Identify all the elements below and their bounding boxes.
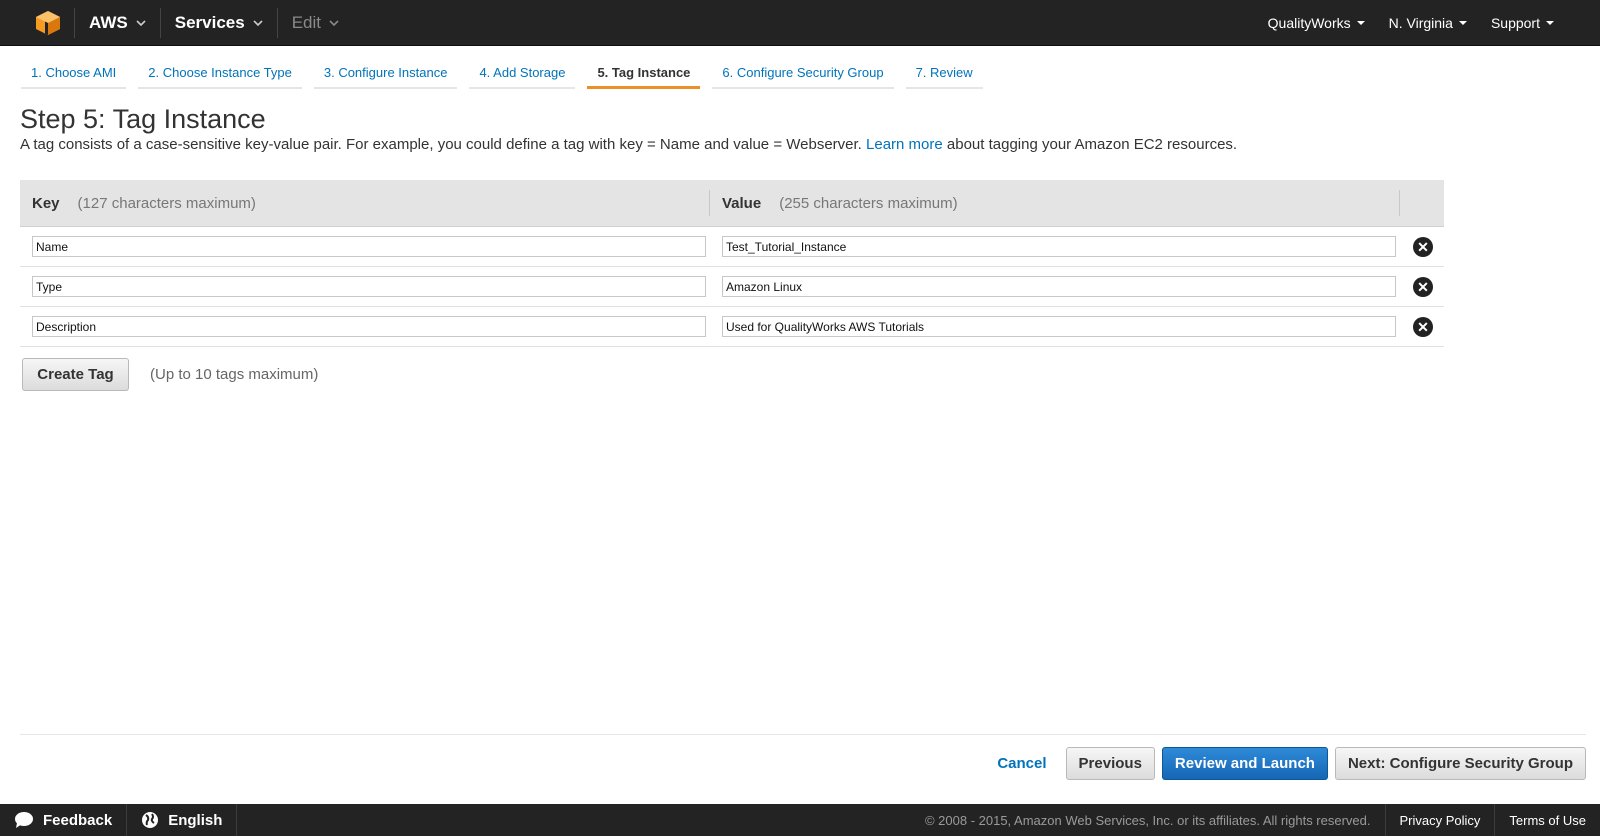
account-menu[interactable]: QualityWorks <box>1256 0 1377 46</box>
region-menu[interactable]: N. Virginia <box>1377 0 1479 46</box>
page-description: A tag consists of a case-sensitive key-v… <box>20 136 1237 153</box>
edit-menu[interactable]: Edit <box>278 0 353 46</box>
nav-right-group: QualityWorks N. Virginia Support <box>1256 0 1566 46</box>
value-header-hint: (255 characters maximum) <box>779 194 958 212</box>
value-header-label: Value <box>722 194 762 212</box>
feedback-label: Feedback <box>43 811 113 829</box>
tag-table: Key (127 characters maximum) Value (255 … <box>20 180 1444 347</box>
tag-value-input[interactable] <box>722 316 1396 337</box>
tab-review[interactable]: 7. Review <box>905 58 983 89</box>
remove-tag-icon[interactable]: ✕ <box>1413 316 1433 337</box>
region-menu-label: N. Virginia <box>1388 15 1453 31</box>
footer-right: © 2008 - 2015, Amazon Web Services, Inc.… <box>911 804 1600 836</box>
tag-table-header: Key (127 characters maximum) Value (255 … <box>20 180 1444 227</box>
speech-bubble-icon <box>15 812 33 828</box>
tag-key-input[interactable] <box>32 236 706 257</box>
review-and-launch-button[interactable]: Review and Launch <box>1161 747 1328 780</box>
tab-add-storage[interactable]: 4. Add Storage <box>469 58 576 89</box>
page-title: Step 5: Tag Instance <box>20 104 266 134</box>
support-menu-label: Support <box>1490 15 1540 31</box>
tag-limit-hint: (Up to 10 tags maximum) <box>150 366 319 383</box>
description-text: A tag consists of a case-sensitive key-v… <box>20 136 862 153</box>
account-menu-label: QualityWorks <box>1267 15 1351 31</box>
tag-value-input[interactable] <box>722 236 1396 257</box>
tab-configure-instance[interactable]: 3. Configure Instance <box>313 58 458 89</box>
key-column-header: Key (127 characters maximum) <box>20 190 710 216</box>
footer-bar: Feedback English © 2008 - 2015, Amazon W… <box>0 804 1600 836</box>
caret-down-icon <box>1546 21 1554 25</box>
terms-of-use-link[interactable]: Terms of Use <box>1495 804 1600 836</box>
table-row: ✕ <box>20 267 1444 307</box>
value-column-header: Value (255 characters maximum) <box>710 190 1400 216</box>
remove-tag-icon[interactable]: ✕ <box>1413 276 1433 297</box>
next-button[interactable]: Next: Configure Security Group <box>1334 747 1586 780</box>
tab-choose-ami[interactable]: 1. Choose AMI <box>21 58 127 89</box>
chevron-down-icon <box>136 19 146 26</box>
divider <box>20 734 1586 735</box>
key-header-label: Key <box>32 194 60 212</box>
tag-value-input[interactable] <box>722 276 1396 297</box>
aws-menu-label: AWS <box>89 12 128 32</box>
chevron-down-icon <box>329 19 339 26</box>
cancel-button[interactable]: Cancel <box>985 747 1058 780</box>
create-tag-button[interactable]: Create Tag <box>22 358 129 391</box>
tab-configure-security-group[interactable]: 6. Configure Security Group <box>712 58 894 89</box>
edit-menu-label: Edit <box>291 12 321 32</box>
key-header-hint: (127 characters maximum) <box>77 194 256 212</box>
services-menu-label: Services <box>174 12 245 32</box>
caret-down-icon <box>1458 21 1467 25</box>
privacy-policy-link[interactable]: Privacy Policy <box>1386 804 1495 836</box>
description-text-after: about tagging your Amazon EC2 resources. <box>946 136 1238 153</box>
remove-tag-icon[interactable]: ✕ <box>1413 236 1433 257</box>
chevron-down-icon <box>253 19 263 26</box>
copyright-text: © 2008 - 2015, Amazon Web Services, Inc.… <box>924 812 1371 828</box>
tag-key-input[interactable] <box>32 276 706 297</box>
globe-icon <box>142 812 159 828</box>
wizard-steps: 1. Choose AMI 2. Choose Instance Type 3.… <box>21 58 983 89</box>
top-nav-bar: AWS Services Edit QualityWorks N. Virgin… <box>0 0 1600 46</box>
footer-separator <box>236 804 238 836</box>
table-row: ✕ <box>20 307 1444 347</box>
learn-more-link[interactable]: Learn more <box>866 136 943 153</box>
feedback-button[interactable]: Feedback <box>0 804 126 836</box>
table-row: ✕ <box>20 227 1444 267</box>
aws-cube-logo-icon[interactable] <box>22 0 74 46</box>
services-menu[interactable]: Services <box>161 0 277 46</box>
tab-choose-instance-type[interactable]: 2. Choose Instance Type <box>138 58 302 89</box>
previous-button[interactable]: Previous <box>1065 747 1155 780</box>
tag-key-input[interactable] <box>32 316 706 337</box>
language-selector[interactable]: English <box>127 804 236 836</box>
aws-menu[interactable]: AWS <box>75 0 160 46</box>
wizard-actions: Cancel Previous Review and Launch Next: … <box>985 747 1586 780</box>
tab-tag-instance[interactable]: 5. Tag Instance <box>587 58 701 89</box>
caret-down-icon <box>1356 21 1365 25</box>
support-menu[interactable]: Support <box>1479 0 1566 46</box>
language-label: English <box>168 811 223 829</box>
